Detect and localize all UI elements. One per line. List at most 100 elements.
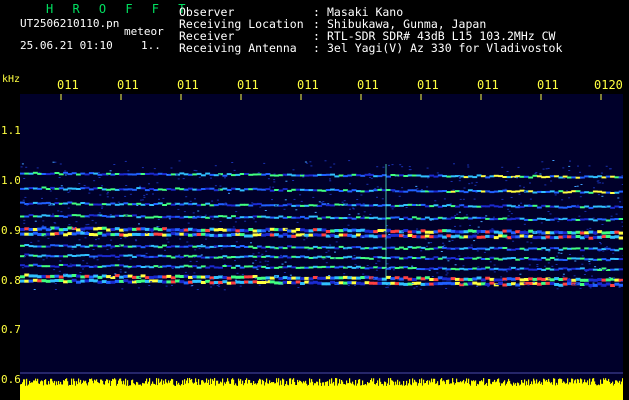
- spectrogram-pixel: [110, 280, 116, 284]
- spectrogram-pixel: [101, 280, 107, 284]
- noise-speckle: [157, 226, 160, 227]
- noise-speckle: [568, 197, 571, 199]
- spectrogram-pixel: [592, 205, 598, 208]
- spectrogram-pixel: [291, 266, 297, 269]
- noise-speckle: [88, 192, 91, 194]
- spectrogram-pixel: [597, 282, 603, 286]
- spectrogram-pixel: [140, 266, 146, 268]
- spectrogram-pixel: [123, 228, 129, 232]
- y-tick-label: 0.7: [1, 323, 21, 336]
- spectrogram-pixel: [351, 246, 357, 249]
- noise-speckle: [387, 231, 390, 233]
- spectrogram-pixel: [377, 234, 383, 238]
- spectrogram-pixel: [614, 176, 620, 179]
- spectrogram-pixel: [351, 228, 357, 232]
- spectrogram-pixel: [317, 233, 323, 237]
- spectrogram-pixel: [162, 255, 167, 258]
- spectrogram-pixel: [373, 189, 379, 192]
- spectrogram-pixel: [364, 257, 370, 260]
- noise-speckle: [398, 195, 401, 197]
- spectrogram-pixel: [123, 202, 129, 205]
- spectrogram-pixel: [493, 247, 499, 250]
- spectrogram-pixel: [157, 246, 163, 249]
- spectrogram-pixel: [519, 267, 525, 270]
- noise-speckle: [621, 184, 623, 185]
- spectrogram-pixel: [119, 214, 124, 217]
- spectrogram-pixel: [321, 265, 327, 268]
- spectrogram-pixel: [71, 264, 77, 267]
- spectrogram-pixel: [394, 267, 400, 269]
- spectrogram-pixel: [222, 280, 228, 284]
- noise-speckle: [327, 203, 330, 205]
- spectrogram-pixel: [610, 284, 615, 287]
- spectrogram-pixel: [114, 203, 120, 206]
- spectrogram-pixel: [455, 268, 460, 271]
- noise-speckle: [200, 254, 203, 256]
- noise-speckle: [129, 258, 132, 260]
- spectrogram-pixel: [76, 280, 81, 284]
- spectrogram-pixel: [140, 215, 146, 218]
- spectrogram-pixel: [97, 254, 103, 257]
- spectrogram-pixel: [317, 246, 323, 249]
- noise-speckle: [448, 218, 451, 220]
- noise-speckle: [359, 283, 362, 284]
- noise-speckle: [151, 231, 153, 233]
- spectrogram-pixel: [106, 188, 111, 191]
- noise-speckle: [360, 194, 363, 196]
- y-axis-unit-label: kHz: [2, 74, 21, 85]
- noise-speckle: [177, 208, 180, 210]
- noise-speckle: [385, 286, 388, 288]
- spectrogram-pixel: [592, 190, 598, 193]
- noise-speckle: [140, 199, 143, 201]
- spectrogram-pixel: [269, 233, 275, 237]
- spectrogram-pixel: [455, 230, 460, 234]
- spectrogram-pixel: [373, 281, 379, 285]
- spectrogram-pixel: [265, 173, 271, 175]
- spectrogram-pixel: [489, 218, 495, 221]
- spectrogram-pixel: [282, 276, 288, 280]
- spectrogram-pixel: [476, 229, 482, 233]
- noise-speckle: [594, 266, 597, 268]
- image-filename: UT2506210110.pn: [20, 17, 120, 30]
- noise-speckle: [539, 173, 542, 175]
- spectrogram-pixel: [71, 255, 77, 257]
- spectrogram-pixel: [554, 283, 559, 286]
- noise-speckle: [582, 177, 585, 179]
- spectrogram-pixel: [493, 267, 499, 270]
- spectrogram-pixel: [295, 204, 301, 207]
- spectrogram-pixel: [196, 233, 202, 236]
- noise-speckle: [599, 242, 601, 243]
- spectrogram-pixel: [511, 231, 516, 235]
- spectrogram-pixel: [32, 228, 38, 231]
- spectrogram-pixel: [183, 188, 189, 191]
- spectrogram-pixel: [300, 282, 305, 285]
- noise-speckle: [612, 252, 615, 254]
- spectrogram-pixel: [63, 215, 68, 218]
- spectrogram-pixel: [222, 255, 228, 258]
- noise-speckle: [68, 190, 71, 192]
- spectrogram-pixel: [429, 247, 435, 250]
- spectrogram-pixel: [571, 278, 577, 282]
- spectrogram-pixel: [166, 233, 172, 237]
- spectrogram-pixel: [403, 282, 409, 286]
- noise-speckle: [58, 270, 61, 272]
- noise-speckle: [309, 161, 312, 163]
- spectrogram-pixel: [502, 176, 508, 178]
- noise-speckle: [165, 285, 168, 287]
- spectrogram-pixel: [175, 215, 180, 218]
- spectrogram-pixel: [407, 234, 413, 237]
- spectrogram-pixel: [97, 226, 103, 230]
- spectrogram-pixel: [54, 255, 60, 258]
- noise-speckle: [523, 282, 526, 284]
- spectrogram-pixel: [300, 204, 305, 207]
- spectrogram-pixel: [123, 265, 129, 268]
- spectrogram-pixel: [437, 282, 443, 286]
- noise-speckle: [219, 185, 222, 187]
- spectrogram-pixel: [179, 228, 185, 232]
- spectrogram-pixel: [80, 172, 86, 175]
- noise-speckle: [325, 256, 328, 258]
- spectrogram-pixel: [403, 175, 409, 177]
- spectrogram-pixel: [588, 206, 594, 209]
- spectrogram-pixel: [416, 257, 422, 260]
- spectrogram-pixel: [394, 229, 400, 233]
